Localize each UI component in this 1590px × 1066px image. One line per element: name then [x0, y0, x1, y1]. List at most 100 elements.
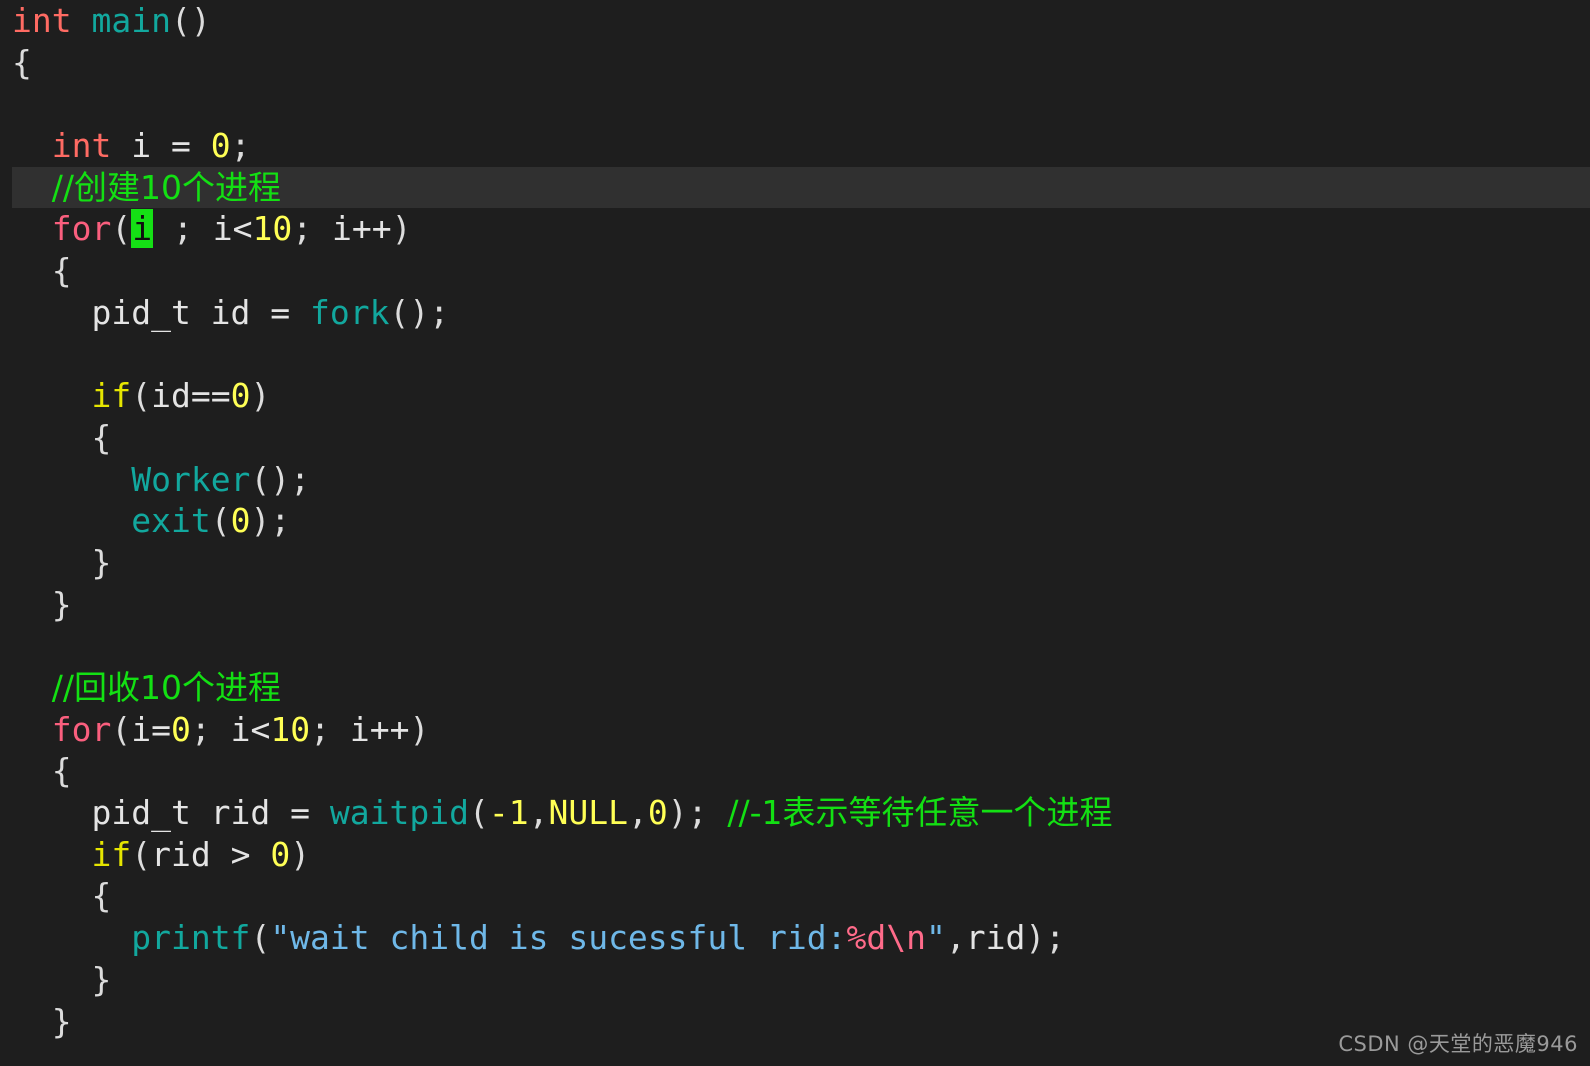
code-token: exit: [131, 501, 211, 541]
code-token: ;: [310, 709, 330, 749]
code-token: NULL: [548, 793, 628, 833]
code-line[interactable]: }: [0, 959, 1590, 1001]
code-token: (: [131, 834, 152, 874]
code-line[interactable]: {: [0, 250, 1590, 292]
code-token: for: [51, 709, 112, 749]
code-token: i++: [329, 709, 410, 749]
code-token: //创建10个进程: [51, 167, 281, 207]
code-token: ;: [292, 209, 313, 249]
code-token: ): [391, 209, 412, 249]
code-editor-content[interactable]: int main(){ int i = 0; //创建10个进程 for(i ;…: [0, 0, 1590, 1042]
code-line[interactable]: if(id==0): [0, 375, 1590, 417]
code-token: pid_t id =: [12, 292, 311, 332]
code-token: rid >: [151, 834, 271, 874]
code-line[interactable]: int main(): [0, 0, 1590, 42]
code-token: ): [250, 376, 271, 416]
code-line[interactable]: }: [0, 542, 1590, 584]
code-token: (: [131, 376, 152, 416]
code-token: ,: [528, 793, 549, 833]
code-token: );: [250, 501, 291, 541]
code-token: (: [111, 209, 132, 249]
code-token: 0: [270, 834, 291, 874]
code-token: 10: [252, 209, 293, 249]
code-line[interactable]: exit(0);: [0, 500, 1590, 542]
code-token: "wait child is sucessful rid:: [270, 918, 847, 958]
code-line[interactable]: int i = 0;: [0, 125, 1590, 167]
code-token: i<: [192, 209, 253, 249]
code-token: 0: [170, 709, 191, 749]
code-line[interactable]: printf("wait child is sucessful rid:%d\n…: [0, 917, 1590, 959]
code-token: {: [91, 417, 112, 457]
csdn-watermark: CSDN @天堂的恶魔946: [1338, 1032, 1578, 1056]
code-token: waitpid: [329, 793, 469, 833]
code-token: Worker: [131, 459, 251, 499]
code-line[interactable]: pid_t id = fork();: [0, 292, 1590, 334]
code-token: }: [51, 584, 72, 624]
code-line[interactable]: {: [0, 417, 1590, 459]
code-token: {: [51, 751, 72, 791]
code-token: ): [409, 709, 430, 749]
code-token: //回收10个进程: [51, 668, 281, 707]
code-line[interactable]: {: [0, 875, 1590, 917]
code-line[interactable]: Worker();: [0, 459, 1590, 501]
code-token: for: [51, 209, 112, 249]
code-token: ;: [190, 709, 211, 749]
code-token: {: [12, 42, 32, 82]
code-token: }: [91, 542, 112, 582]
code-token: ,: [945, 918, 966, 958]
code-line[interactable]: //创建10个进程: [0, 166, 1590, 209]
code-token: 0: [230, 501, 251, 541]
code-token: printf: [131, 918, 251, 958]
code-token: id==: [151, 376, 231, 416]
code-token: i=: [131, 709, 171, 749]
code-token: if: [91, 376, 132, 416]
code-token: int: [12, 1, 72, 40]
code-token: %d\n: [846, 918, 926, 958]
code-line[interactable]: [0, 83, 1590, 125]
code-token: ;: [172, 209, 193, 249]
code-line[interactable]: {: [0, 750, 1590, 792]
code-line[interactable]: if(rid > 0): [0, 834, 1590, 876]
code-token: int: [51, 126, 112, 166]
code-token: i<: [210, 709, 271, 749]
code-token: 10: [270, 709, 311, 749]
code-token: (): [170, 1, 211, 40]
code-token: (: [250, 918, 271, 958]
code-token: ,: [627, 793, 648, 833]
code-line[interactable]: [0, 625, 1590, 667]
code-line[interactable]: pid_t rid = waitpid(-1,NULL,0); //-1表示等待…: [0, 792, 1590, 834]
code-line[interactable]: for(i=0; i<10; i++): [0, 709, 1590, 751]
code-line[interactable]: [0, 334, 1590, 376]
code-editor-screen: int main(){ int i = 0; //创建10个进程 for(i ;…: [0, 0, 1590, 1066]
code-line[interactable]: for(i ; i<10; i++): [0, 208, 1590, 250]
code-line[interactable]: //回收10个进程: [0, 667, 1590, 709]
code-token: ;: [230, 126, 251, 166]
code-token: pid_t rid =: [12, 793, 330, 833]
text-cursor: i: [131, 209, 154, 249]
code-token: 0: [230, 376, 251, 416]
code-line[interactable]: }: [0, 584, 1590, 626]
code-token: }: [91, 959, 112, 999]
code-line[interactable]: {: [0, 42, 1590, 84]
code-token: i =: [111, 126, 211, 166]
code-token: -1: [488, 793, 529, 833]
code-token: ();: [250, 459, 311, 499]
code-token: ": [925, 918, 946, 958]
